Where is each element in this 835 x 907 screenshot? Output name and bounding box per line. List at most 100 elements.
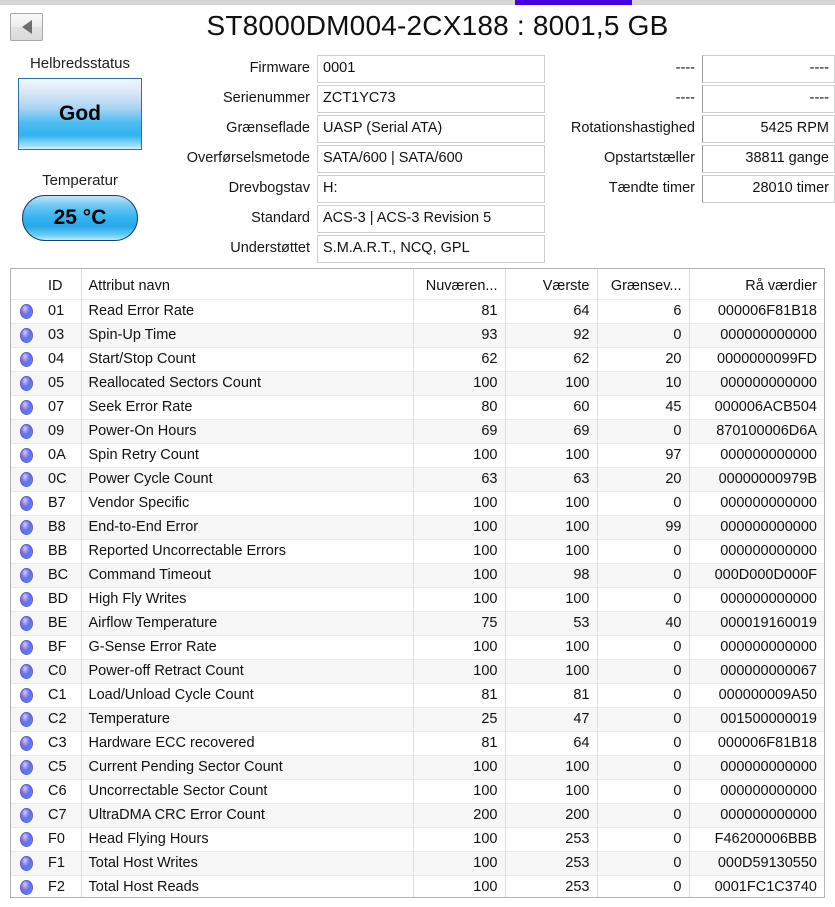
drive-info-left-value[interactable]: SATA/600 | SATA/600 xyxy=(317,145,545,173)
attribute-current: 81 xyxy=(413,682,506,707)
attribute-name: Current Pending Sector Count xyxy=(81,754,414,779)
status-dot-good-icon xyxy=(19,567,33,583)
drive-info-right-value[interactable]: ---- xyxy=(702,55,835,83)
health-status-button[interactable]: God xyxy=(18,78,142,150)
smart-attributes-panel: ID Attribut navn Nuværen... Værste Græns… xyxy=(10,268,825,898)
table-row[interactable]: 0A Spin Retry Count 100 100 97 000000000000 xyxy=(11,442,824,467)
attribute-raw: 000006F81B18 xyxy=(689,730,824,755)
table-row[interactable]: BF G-Sense Error Rate 100 100 0 000000000000 xyxy=(11,634,824,659)
table-row[interactable]: C6 Uncorrectable Sector Count 100 100 0 00000… xyxy=(11,778,824,803)
table-row[interactable]: B8 End-to-End Error 100 100 99 000000000000 xyxy=(11,514,824,539)
drive-info-left-value[interactable]: 0001 xyxy=(317,55,545,83)
table-row[interactable]: 04 Start/Stop Count 62 62 20 0000000099FD xyxy=(11,346,824,371)
table-row[interactable]: C1 Load/Unload Cycle Count 81 81 0 000000009A… xyxy=(11,682,824,707)
table-row[interactable]: BD High Fly Writes 100 100 0 000000000000 xyxy=(11,586,824,611)
drive-info-right-label: ---- xyxy=(675,90,695,106)
attribute-current: 100 xyxy=(413,658,506,683)
attribute-raw: 000000000067 xyxy=(689,658,824,683)
column-header-worst[interactable]: Værste xyxy=(505,269,598,299)
attribute-raw: 000006F81B18 xyxy=(689,298,824,323)
table-row[interactable]: BE Airflow Temperature 75 53 40 000019160019 xyxy=(11,610,824,635)
drive-info-left-value[interactable]: S.M.A.R.T., NCQ, GPL xyxy=(317,235,545,263)
table-row[interactable]: 0C Power Cycle Count 63 63 20 00000000979B xyxy=(11,466,824,491)
attribute-name: Reallocated Sectors Count xyxy=(81,370,414,395)
attribute-name: Uncorrectable Sector Count xyxy=(81,778,414,803)
status-dot-icon xyxy=(11,538,41,563)
attribute-current: 93 xyxy=(413,322,506,347)
table-row[interactable]: 09 Power-On Hours 69 69 0 870100006D6A xyxy=(11,418,824,443)
column-header-current[interactable]: Nuværen... xyxy=(413,269,506,299)
drive-info-right-label: Rotationshastighed xyxy=(570,120,695,136)
attribute-raw: F46200006BBB xyxy=(689,826,824,851)
table-row[interactable]: C3 Hardware ECC recovered 81 64 0 000006F81B1… xyxy=(11,730,824,755)
attribute-name: Hardware ECC recovered xyxy=(81,730,414,755)
attribute-worst: 200 xyxy=(505,802,598,827)
attribute-threshold: 0 xyxy=(597,634,690,659)
table-row[interactable]: C7 UltraDMA CRC Error Count 200 200 0 0000000… xyxy=(11,802,824,827)
drive-info-left-value[interactable]: H: xyxy=(317,175,545,203)
attribute-threshold: 0 xyxy=(597,874,690,897)
attribute-current: 100 xyxy=(413,490,506,515)
attribute-name: Head Flying Hours xyxy=(81,826,414,851)
column-header-name[interactable]: Attribut navn xyxy=(81,269,414,299)
attribute-threshold: 99 xyxy=(597,514,690,539)
attribute-threshold: 0 xyxy=(597,322,690,347)
attribute-current: 100 xyxy=(413,562,506,587)
table-row[interactable]: 03 Spin-Up Time 93 92 0 000000000000 xyxy=(11,322,824,347)
drive-info-left-label: Understøttet xyxy=(230,240,310,256)
attribute-id: BF xyxy=(41,634,82,659)
drive-info-left-label: Overførselsmetode xyxy=(186,150,310,166)
drive-info-left-label: Standard xyxy=(251,210,310,226)
status-dot-icon xyxy=(11,610,41,635)
drive-info-left-value[interactable]: UASP (Serial ATA) xyxy=(317,115,545,143)
table-row[interactable]: F2 Total Host Reads 100 253 0 0001FC1C3740 xyxy=(11,874,824,897)
drive-info-right-value[interactable]: 28010 timer xyxy=(702,175,835,203)
table-row[interactable]: B7 Vendor Specific 100 100 0 000000000000 xyxy=(11,490,824,515)
attribute-name: Reported Uncorrectable Errors xyxy=(81,538,414,563)
table-row[interactable]: 05 Reallocated Sectors Count 100 100 10 00000… xyxy=(11,370,824,395)
table-row[interactable]: F0 Head Flying Hours 100 253 0 F46200006BBB xyxy=(11,826,824,851)
attribute-raw: 870100006D6A xyxy=(689,418,824,443)
drive-info-left-value[interactable]: ZCT1YC73 xyxy=(317,85,545,113)
status-dot-good-icon xyxy=(19,615,33,631)
attribute-raw: 001500000019 xyxy=(689,706,824,731)
attribute-threshold: 40 xyxy=(597,610,690,635)
attribute-raw: 000000000000 xyxy=(689,754,824,779)
table-row[interactable]: F1 Total Host Writes 100 253 0 000D59130550 xyxy=(11,850,824,875)
attribute-id: 04 xyxy=(41,346,82,371)
table-row[interactable]: C2 Temperature 25 47 0 001500000019 xyxy=(11,706,824,731)
attribute-name: UltraDMA CRC Error Count xyxy=(81,802,414,827)
attribute-id: C1 xyxy=(41,682,82,707)
active-tab-indicator[interactable] xyxy=(515,0,632,5)
drive-info-right-value[interactable]: 5425 RPM xyxy=(702,115,835,143)
table-row[interactable]: 01 Read Error Rate 81 64 6 000006F81B18 xyxy=(11,298,824,323)
attribute-worst: 98 xyxy=(505,562,598,587)
table-row[interactable]: 07 Seek Error Rate 80 60 45 000006ACB504 xyxy=(11,394,824,419)
drive-info-left-label: Grænseflade xyxy=(226,120,310,136)
status-dot-good-icon xyxy=(19,399,33,415)
status-dot-icon xyxy=(11,322,41,347)
table-row[interactable]: BC Command Timeout 100 98 0 000D000D000F xyxy=(11,562,824,587)
drive-info-left-value[interactable]: ACS-3 | ACS-3 Revision 5 xyxy=(317,205,545,233)
column-header-threshold[interactable]: Grænsev... xyxy=(597,269,690,299)
temperature-badge[interactable]: 25 °C xyxy=(22,195,138,241)
table-row[interactable]: C5 Current Pending Sector Count 100 100 0 000… xyxy=(11,754,824,779)
column-header-icon[interactable] xyxy=(11,269,41,299)
status-dot-icon xyxy=(11,586,41,611)
attribute-current: 100 xyxy=(413,514,506,539)
drive-info-right-value[interactable]: ---- xyxy=(702,85,835,113)
attribute-worst: 100 xyxy=(505,586,598,611)
attribute-raw: 000006ACB504 xyxy=(689,394,824,419)
attribute-raw: 000000000000 xyxy=(689,322,824,347)
column-header-raw[interactable]: Rå værdier xyxy=(689,269,824,299)
attribute-name: Spin-Up Time xyxy=(81,322,414,347)
drive-info-right-value[interactable]: 38811 gange xyxy=(702,145,835,173)
attribute-worst: 81 xyxy=(505,682,598,707)
drive-info-left: Firmware 0001 Serienummer ZCT1YC73 Grænsefla… xyxy=(160,55,545,265)
status-dot-good-icon xyxy=(19,327,33,343)
attribute-worst: 100 xyxy=(505,778,598,803)
table-row[interactable]: BB Reported Uncorrectable Errors 100 100 0 00… xyxy=(11,538,824,563)
table-row[interactable]: C0 Power-off Retract Count 100 100 0 00000000… xyxy=(11,658,824,683)
column-header-id[interactable]: ID xyxy=(41,269,82,299)
attribute-current: 100 xyxy=(413,874,506,897)
